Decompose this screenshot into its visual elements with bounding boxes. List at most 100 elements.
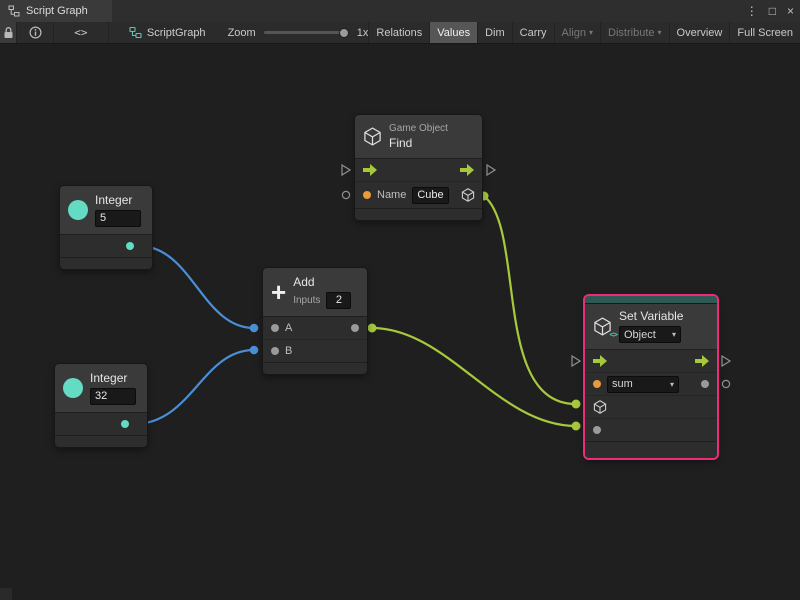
flow-in-arrow-icon[interactable] <box>593 355 607 367</box>
port-b-label: B <box>285 345 292 357</box>
name-value-input[interactable]: Cube <box>412 187 448 204</box>
flow-in-arrow-icon[interactable] <box>363 164 377 176</box>
align-button[interactable]: Align ▾ <box>554 22 600 43</box>
integer-value-input[interactable]: 5 <box>95 210 141 227</box>
integer-type-icon <box>63 378 83 398</box>
zoom-slider[interactable] <box>264 22 349 43</box>
name-label: Name <box>377 189 406 201</box>
set-variable-node[interactable]: <> Set Variable Object ▾ <box>585 296 717 458</box>
lock-icon <box>3 26 14 39</box>
flow-in-connection-point[interactable] <box>571 355 581 367</box>
integer-output-port[interactable] <box>121 420 129 428</box>
node-footer <box>585 441 717 458</box>
inputs-count-input[interactable]: 2 <box>326 292 351 309</box>
info-icon <box>29 26 42 39</box>
value-out-connection-point[interactable] <box>721 379 731 389</box>
flow-out-arrow-icon[interactable] <box>460 164 474 176</box>
set-variable-icon: <> <box>593 317 612 336</box>
add-icon: + <box>271 280 286 304</box>
node-footer <box>60 257 152 269</box>
script-graph-icon <box>129 26 142 39</box>
dim-button[interactable]: Dim <box>477 22 512 43</box>
node-title: Integer <box>90 372 136 385</box>
integer-output-port[interactable] <box>126 242 134 250</box>
edit-script-button[interactable]: <> <box>54 22 109 43</box>
tab-script-graph[interactable]: Script Graph <box>0 0 112 22</box>
gameobject-icon <box>363 127 382 146</box>
add-input-a-row: A <box>263 316 367 339</box>
graph-name-label: ScriptGraph <box>147 27 206 39</box>
setvar-object-row <box>585 395 717 418</box>
zoom-slider-track <box>264 31 349 34</box>
variable-name-port[interactable] <box>593 380 601 388</box>
integer-type-icon <box>68 200 88 220</box>
relations-button[interactable]: Relations <box>368 22 429 43</box>
variable-kind-strip <box>585 296 717 304</box>
flow-out-arrow-icon[interactable] <box>695 355 709 367</box>
canvas-corner <box>0 588 12 600</box>
object-input-port[interactable] <box>593 400 607 414</box>
window-menu-icon[interactable]: ⋮ <box>746 0 758 22</box>
overview-button[interactable]: Overview <box>669 22 730 43</box>
gameobject-find-node[interactable]: Game Object Find Name Cu <box>355 115 482 220</box>
values-button[interactable]: Values <box>429 22 477 43</box>
zoom-label: Zoom <box>228 22 256 43</box>
node-title: Find <box>389 137 448 150</box>
chevron-down-icon: ▾ <box>658 29 662 37</box>
lock-button[interactable] <box>0 22 17 43</box>
node-footer <box>263 362 367 374</box>
chevron-down-icon: ▾ <box>672 330 676 339</box>
maximize-icon[interactable]: □ <box>769 0 776 22</box>
flow-out-connection-point[interactable] <box>486 164 496 176</box>
find-name-row: Name Cube <box>355 181 482 208</box>
chevron-down-icon: ▾ <box>670 380 674 389</box>
node-footer <box>355 208 482 220</box>
port-a-label: A <box>285 322 292 334</box>
node-title: Set Variable <box>619 310 683 323</box>
name-input-port[interactable] <box>363 191 371 199</box>
node-category: Game Object <box>389 123 448 134</box>
flow-in-connection-point[interactable] <box>341 164 351 176</box>
sum-output-port[interactable] <box>351 324 359 332</box>
variable-scope-dropdown[interactable]: Object ▾ <box>619 326 681 343</box>
setvar-value-row <box>585 418 717 441</box>
name-connection-point[interactable] <box>341 190 351 200</box>
script-graph-window: Script Graph ⋮ □ × <> <box>0 0 800 600</box>
setvar-name-row: sum ▾ <box>585 372 717 395</box>
integer-node-32[interactable]: Integer 32 <box>55 364 147 447</box>
variable-name-dropdown[interactable]: sum ▾ <box>607 376 679 393</box>
value-input-port[interactable] <box>593 426 601 434</box>
value-output-port[interactable] <box>701 380 709 388</box>
tab-title: Script Graph <box>26 5 88 17</box>
integer-output-row <box>55 412 147 435</box>
distribute-button[interactable]: Distribute ▾ <box>600 22 668 43</box>
input-a-port[interactable] <box>271 324 279 332</box>
graph-tab-icon <box>8 5 20 17</box>
code-badge-icon: <> <box>609 330 617 339</box>
setvar-flow-row <box>585 349 717 372</box>
integer-node-5[interactable]: Integer 5 <box>60 186 152 269</box>
graph-toolbar: <> ScriptGraph Zoom 1x Relations Values <box>0 22 800 44</box>
graph-breadcrumb[interactable]: ScriptGraph <box>129 22 206 43</box>
flow-out-connection-point[interactable] <box>721 355 731 367</box>
chevron-down-icon: ▾ <box>589 29 593 37</box>
find-flow-row <box>355 158 482 181</box>
title-bar: Script Graph ⋮ □ × <box>0 0 800 23</box>
add-input-b-row: B <box>263 339 367 362</box>
add-node[interactable]: + Add Inputs 2 A B <box>263 268 367 374</box>
window-controls: ⋮ □ × <box>746 0 794 22</box>
zoom-value: 1x <box>357 22 369 43</box>
zoom-slider-handle[interactable] <box>339 28 349 38</box>
inspect-button[interactable] <box>17 22 54 43</box>
toolbar-button-group: Relations Values Dim Carry Align ▾ Distr… <box>368 22 800 43</box>
node-footer <box>55 435 147 447</box>
carry-button[interactable]: Carry <box>512 22 554 43</box>
result-output-port[interactable] <box>461 188 475 202</box>
close-icon[interactable]: × <box>787 0 794 22</box>
fullscreen-button[interactable]: Full Screen <box>729 22 800 43</box>
integer-value-input[interactable]: 32 <box>90 388 136 405</box>
input-b-port[interactable] <box>271 347 279 355</box>
code-icon: <> <box>74 26 87 39</box>
node-title: Integer <box>95 194 141 207</box>
integer-output-row <box>60 234 152 257</box>
